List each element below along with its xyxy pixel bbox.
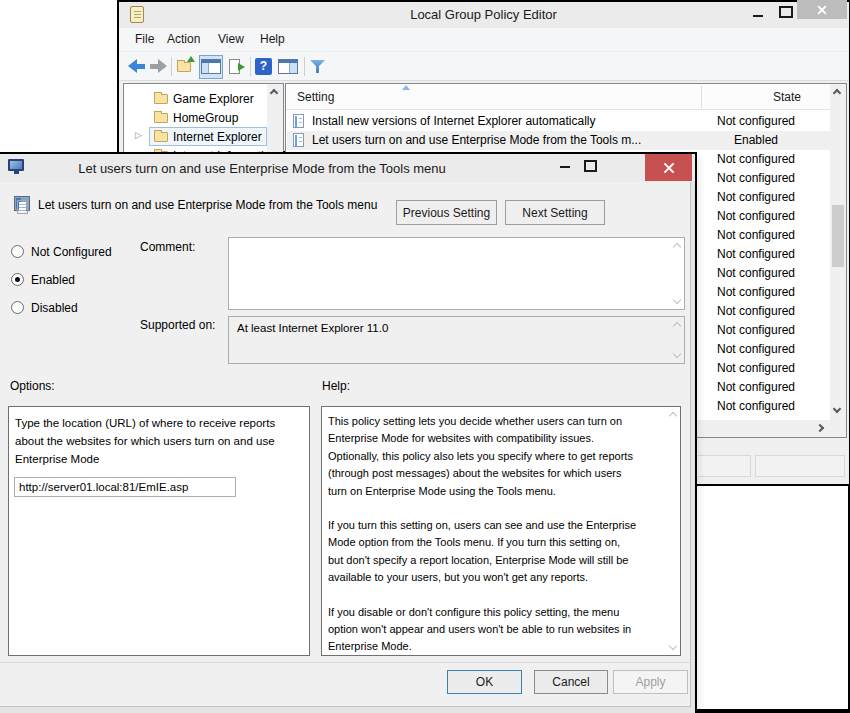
menu-help[interactable]: Help [260, 32, 285, 46]
dialog-titlebar: Let users turn on and use Enterprise Mod… [0, 154, 695, 182]
column-setting[interactable]: Setting [297, 90, 334, 104]
setting-state: Not configured [699, 190, 813, 205]
export-list-icon[interactable] [229, 59, 240, 74]
supported-on-value: At least Internet Explorer 11.0 [237, 322, 388, 334]
help-icon[interactable]: ? [255, 58, 272, 75]
setting-state: Not configured [699, 171, 813, 186]
menu-bar: File Action View Help [119, 28, 848, 52]
setting-state: Not configured [699, 342, 813, 357]
list-row[interactable]: Install new versions of Internet Explore… [287, 112, 830, 131]
setting-state: Not configured [699, 114, 813, 129]
tree-item-label: Game Explorer [173, 92, 254, 106]
forward-icon[interactable] [149, 59, 168, 73]
previous-setting-button[interactable]: Previous Setting [396, 200, 497, 225]
setting-state: Not configured [699, 380, 813, 395]
gp-minimize-button[interactable] [753, 15, 763, 17]
setting-state: Not configured [699, 247, 813, 262]
show-console-tree-icon[interactable] [199, 55, 223, 79]
scrollbar-thumb[interactable] [832, 205, 844, 267]
radio-label: Not Configured [31, 245, 112, 259]
screen: Local Group Policy Editor File Action View… [0, 0, 850, 713]
gp-window-title: Local Group Policy Editor [119, 7, 848, 22]
comment-textarea[interactable] [228, 237, 685, 310]
policy-setting-icon [14, 196, 30, 211]
setting-icon [293, 133, 304, 147]
radio-not-configured[interactable] [11, 245, 24, 258]
setting-state: Enabled [699, 133, 813, 148]
gp-toolbar: ? [119, 52, 848, 81]
expander-icon[interactable]: ▷ [135, 130, 142, 140]
comment-label: Comment: [140, 240, 195, 254]
report-url-input[interactable]: http://server01.local:81/EmIE.asp [14, 477, 236, 497]
radio-label: Disabled [31, 301, 78, 315]
dialog-maximize-button[interactable] [584, 160, 597, 172]
back-icon[interactable] [127, 59, 146, 73]
setting-state: Not configured [699, 285, 813, 300]
dialog-content: Let users turn on and use Enterprise Mod… [0, 182, 691, 707]
help-label: Help: [322, 379, 350, 393]
gp-close-button[interactable] [797, 0, 847, 19]
folder-icon [154, 113, 168, 123]
gp-maximize-button[interactable] [779, 6, 793, 18]
radio-enabled[interactable] [11, 273, 24, 286]
show-action-pane-icon[interactable] [278, 59, 298, 74]
options-label: Options: [10, 379, 55, 393]
options-panel: Type the location (URL) of where to rece… [8, 406, 310, 656]
tree-item-label: HomeGroup [173, 111, 238, 125]
footer-divider [0, 662, 690, 663]
options-description: Type the location (URL) of where to rece… [15, 414, 303, 468]
tree-item[interactable]: HomeGroup [124, 108, 283, 127]
cancel-button[interactable]: Cancel [534, 670, 608, 694]
dialog-close-button[interactable] [645, 154, 692, 181]
setting-state: Not configured [699, 399, 813, 414]
setting-state: Not configured [699, 323, 813, 338]
help-text: This policy setting lets you decide whet… [328, 413, 662, 673]
filter-icon[interactable] [310, 60, 325, 73]
setting-icon [293, 114, 304, 128]
dialog-minimize-button[interactable] [560, 166, 570, 168]
radio-disabled[interactable] [11, 301, 24, 314]
up-folder-icon[interactable] [177, 62, 191, 72]
folder-icon [154, 132, 168, 142]
menu-view[interactable]: View [218, 32, 244, 46]
screen-edge-bottom [695, 709, 850, 713]
list-vscrollbar[interactable] [830, 84, 846, 420]
setting-state: Not configured [699, 361, 813, 376]
gp-titlebar: Local Group Policy Editor [119, 2, 848, 28]
supported-on-label: Supported on: [140, 318, 215, 332]
setting-state: Not configured [699, 209, 813, 224]
setting-name: Let users turn on and use Enterprise Mod… [312, 133, 649, 148]
setting-name: Install new versions of Internet Explore… [312, 114, 649, 129]
policy-heading: Let users turn on and use Enterprise Mod… [38, 198, 388, 212]
setting-state: Not configured [699, 152, 813, 167]
next-setting-button[interactable]: Next Setting [505, 200, 605, 225]
list-header: Setting State [286, 84, 846, 110]
status-bar-cell-2 [755, 455, 845, 477]
supported-on-textarea[interactable]: At least Internet Explorer 11.0 [228, 316, 685, 364]
folder-icon [154, 94, 168, 104]
tree-item[interactable]: Game Explorer [124, 89, 283, 108]
list-row[interactable]: Let users turn on and use Enterprise Mod… [287, 131, 830, 150]
help-panel: This policy setting lets you decide whet… [321, 406, 681, 656]
column-state[interactable]: State [773, 90, 801, 104]
tree-item[interactable]: ▷ Internet Explorer [124, 127, 283, 146]
sort-ascending-icon [402, 85, 410, 90]
menu-action[interactable]: Action [167, 32, 200, 46]
menu-file[interactable]: File [135, 32, 154, 46]
setting-state: Not configured [699, 266, 813, 281]
ok-button[interactable]: OK [447, 670, 522, 694]
radio-label: Enabled [31, 273, 75, 287]
setting-state: Not configured [699, 304, 813, 319]
tree-item-label: Internet Explorer [173, 130, 262, 144]
apply-button[interactable]: Apply [613, 670, 688, 694]
setting-state: Not configured [699, 228, 813, 243]
dialog-title: Let users turn on and use Enterprise Mod… [0, 161, 527, 176]
